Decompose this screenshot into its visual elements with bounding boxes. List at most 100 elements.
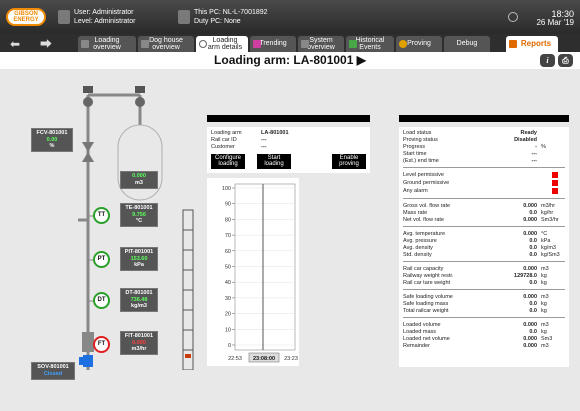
user-level: Level: Administrator [74,18,136,25]
status-value: 0.000 [523,266,537,272]
status-label: Total railcar weight [403,308,449,314]
tab-system-overview[interactable]: System overview [298,36,344,52]
fit-tag-label[interactable]: FIT-801001 0.000 m3/hr [120,331,158,355]
trend-y-tick-label: 30 [225,296,231,302]
events-icon [349,40,357,48]
print-button[interactable]: ⎙ [558,54,573,67]
forward-arrow-icon[interactable]: ⮕ [40,38,52,50]
tab-reports[interactable]: Reports [506,36,558,52]
tab-historical-events[interactable]: Historical Events [346,36,394,52]
status-value: 0.0 [529,329,537,335]
status-separator [403,226,565,227]
instrument-lines [88,215,110,346]
dt-instrument-icon: DT [93,292,110,309]
status-unit: kg [541,329,547,335]
proving-icon [399,40,407,48]
trend-chart[interactable]: 1009080706050403020100 22:53 23:08:00 23… [207,178,299,366]
tab-trending[interactable]: Trending [250,36,296,52]
status-unit: kg [541,301,547,307]
post-marker [185,354,191,358]
status-label: Avg. temperature [403,231,446,237]
status-separator [403,289,565,290]
user-info: User: Administrator Level: Administrator [74,8,135,26]
company-logo: GIBSON ENERGY [6,8,46,26]
status-separator [403,317,565,318]
status-unit: Sm3 [541,336,553,342]
status-unit: m3 [541,294,549,300]
status-unit: Sm3/hr [541,217,559,223]
status-value: 129728.0 [514,273,537,279]
railcar-level-label[interactable]: 0.000 m3 [120,171,158,189]
tt-instrument-icon: TT [93,207,110,224]
trend-y-tick-label: 60 [225,249,231,255]
alarm-indicator [552,188,558,194]
status-label: Ground permissive [403,180,450,186]
search-icon [199,40,207,48]
tab-icon [301,40,309,48]
tab-loading-arm-details[interactable]: Loading arm details [196,36,248,52]
status-value: 0.0 [529,308,537,314]
pipe-lines [78,93,142,370]
tab-proving[interactable]: Proving [396,36,442,52]
status-label: Gross vol. flow rate [403,203,451,209]
tab-loading-overview[interactable]: Loading overview [78,36,136,52]
enable-proving-button[interactable]: Enable proving [332,154,366,169]
tab-debug[interactable]: Debug [444,36,490,52]
fcv-tag-label[interactable]: FCV-801001 0.00 % [31,128,73,152]
clock-icon [508,12,518,22]
te-tag-label[interactable]: TE-801001 9.756 °C [120,203,158,227]
trend-y-tick-label: 70 [225,233,231,239]
back-arrow-icon[interactable]: ⬅ [10,38,20,50]
status-label: Rail car tare weight [403,280,451,286]
tab-icon [81,40,89,48]
status-unit: kg [541,273,547,279]
status-label: Avg. density [403,245,433,251]
status-value: 0.0 [529,238,537,244]
info-panel-header [207,115,370,122]
trend-plot-area [234,183,296,351]
loading-post-bands [183,229,193,351]
sov-valve-actuator [79,357,83,365]
status-panel: Load status Ready Proving status Disabled Pr… [399,127,569,367]
tab-dog-house-overview[interactable]: Dog house overview [138,36,194,52]
status-label: Net vol. flow rate [403,217,444,223]
status-unit: m3 [541,322,549,328]
alarm-indicator [552,172,558,178]
pit-tag-label[interactable]: PIT-801001 153.60 kPa [120,247,158,271]
duty-pc: Duty PC: None [194,18,241,25]
user-icon [58,10,70,24]
status-unit: kg/Sm3 [541,252,560,258]
trend-y-tick-label: 10 [225,327,231,333]
status-label: Std. density [403,252,432,258]
info-button[interactable]: i [540,54,555,67]
reports-icon [509,40,517,48]
trend-x-label-cursor: 23:08:00 [253,356,275,362]
status-unit: kg/m3 [541,245,556,251]
page-title[interactable]: Loading arm: LA-801001 ▶ [0,52,580,69]
status-label: Load status [403,130,432,136]
trend-y-tick-label: 80 [225,217,231,223]
trend-y-axis: 1009080706050403020100 [222,186,235,349]
sov-valve-icon [83,355,93,367]
fcv-valve-icon [82,142,94,162]
trend-x-label-end: 23:23 [284,356,298,362]
status-label: Safe loading volume [403,294,453,300]
alarm-indicator [552,180,558,186]
configure-loading-button[interactable]: Configure loading [211,154,245,169]
trend-y-tick-label: 20 [225,312,231,318]
status-value: 0.0 [529,245,537,251]
status-label: Loaded net volume [403,336,450,342]
sov-tag-label[interactable]: SOV-801001 Closed [31,362,75,380]
trend-x-label-start: 22:53 [228,356,242,362]
status-unit: kg/hr [541,210,554,216]
status-value: 0.000 [523,322,537,328]
status-label: Avg. pressure [403,238,437,244]
status-unit: % [541,144,546,150]
status-label: Remainder [403,343,430,349]
dt-tag-label[interactable]: DT-801001 736.48 kg/m3 [120,288,158,312]
start-loading-button[interactable]: Start loading [257,154,291,169]
status-value: 0.0 [529,252,537,258]
status-unit: °C [541,231,548,237]
status-value: 0.000 [523,217,537,223]
status-unit: kg [541,308,547,314]
